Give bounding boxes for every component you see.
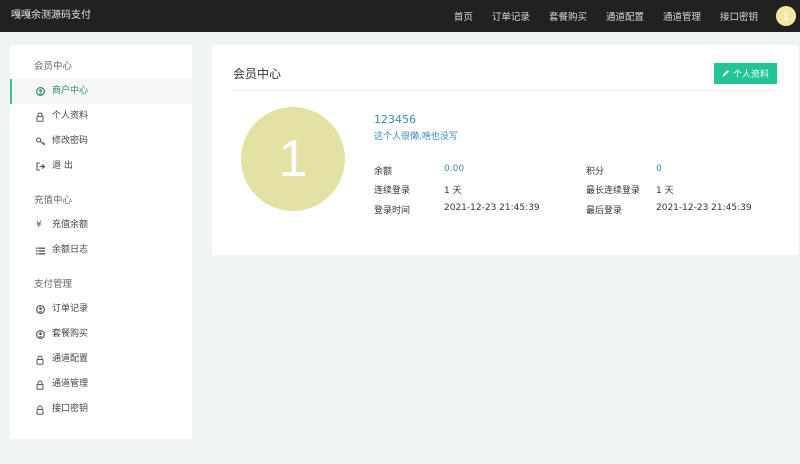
profile-button[interactable]: 个人资料: [713, 63, 777, 84]
nav-packages[interactable]: 套餐购买: [549, 9, 587, 23]
sidebar-item-api-key[interactable]: 接口密钥: [10, 397, 192, 422]
last-login-label: 最后登录: [586, 206, 623, 216]
sidebar-item-merchant-center[interactable]: 商户中心: [10, 79, 192, 104]
last-login-value: 2021-12-23 21:45:39: [656, 203, 752, 213]
balance-label: 余额: [374, 167, 393, 177]
top-navbar: 嘎嘎余测源码支付 首页 订单记录 套餐购买 通道配置 通道管理 接口密钥 1: [0, 0, 800, 32]
sidebar-item-channel-manage[interactable]: 通道管理: [10, 372, 192, 397]
sidebar-item-logout[interactable]: 退 出: [10, 154, 192, 179]
sidebar-item-channel-config[interactable]: 通道配置: [10, 347, 192, 372]
site-brand[interactable]: 嘎嘎余测源码支付: [11, 0, 91, 32]
nav-channel-config[interactable]: 通道配置: [606, 9, 644, 23]
sidebar-group-member: 会员中心: [34, 61, 73, 72]
lock-icon: [36, 405, 48, 415]
sidebar-item-label: 个人资料: [52, 111, 89, 121]
username[interactable]: 123456: [374, 113, 416, 126]
points-label: 积分: [586, 167, 605, 177]
max-streak-value: 1 天: [656, 186, 674, 196]
member-center-panel: 会员中心 个人资料 1 123456 这个人很懒,啥也没写 余额 0.00 积分…: [212, 45, 798, 255]
user-circle-icon: [36, 87, 48, 96]
top-nav: 首页 订单记录 套餐购买 通道配置 通道管理 接口密钥 1: [435, 0, 800, 32]
balance-value: 0.00: [444, 164, 465, 174]
sidebar-item-label: 接口密钥: [52, 404, 89, 414]
sidebar: 会员中心 商户中心 个人资料 修改密码 退 出 充值中心 ¥ 充值余额 余额日志: [10, 45, 192, 439]
points-value: 0: [656, 164, 662, 174]
sign-out-icon: [36, 162, 48, 171]
sidebar-group-recharge: 充值中心: [34, 195, 73, 206]
profile-button-label: 个人资料: [732, 69, 769, 79]
login-time-label: 登录时间: [374, 206, 411, 216]
sidebar-item-package-purchase[interactable]: 套餐购买: [10, 322, 192, 347]
login-streak-value: 1 天: [444, 186, 462, 196]
nav-channel-manage[interactable]: 通道管理: [663, 9, 701, 23]
sidebar-item-label: 通道配置: [52, 354, 89, 364]
page-title: 会员中心: [233, 67, 282, 81]
sidebar-item-label: 套餐购买: [52, 329, 89, 339]
user-signature[interactable]: 这个人很懒,啥也没写: [374, 129, 458, 142]
sidebar-item-label: 退 出: [52, 161, 73, 171]
sidebar-item-label: 商户中心: [52, 86, 89, 96]
list-icon: [36, 247, 48, 255]
yen-icon: ¥: [36, 220, 42, 230]
sidebar-item-order-records[interactable]: 订单记录: [10, 297, 192, 322]
nav-orders[interactable]: 订单记录: [492, 9, 530, 23]
pencil-icon: [722, 69, 730, 79]
login-streak-label: 连续登录: [374, 186, 411, 196]
sidebar-item-label: 修改密码: [52, 136, 89, 146]
sidebar-item-label: 订单记录: [52, 304, 89, 314]
lock-icon: [36, 112, 48, 122]
sidebar-item-label: 通道管理: [52, 379, 89, 389]
divider: [233, 90, 777, 91]
sidebar-item-profile[interactable]: 个人资料: [10, 104, 192, 129]
sidebar-group-payment: 支付管理: [34, 279, 73, 290]
profile-avatar: 1: [241, 107, 345, 211]
user-circle-icon: [36, 305, 48, 314]
nav-home[interactable]: 首页: [454, 9, 473, 23]
sidebar-item-balance-log[interactable]: 余额日志: [10, 238, 192, 263]
max-streak-label: 最长连续登录: [586, 186, 641, 196]
key-icon: [36, 137, 48, 146]
lock-icon: [36, 355, 48, 365]
sidebar-item-label: 充值余额: [52, 220, 89, 230]
user-avatar[interactable]: 1: [776, 6, 796, 26]
lock-icon: [36, 380, 48, 390]
login-time-value: 2021-12-23 21:45:39: [444, 203, 540, 213]
sidebar-item-change-password[interactable]: 修改密码: [10, 129, 192, 154]
nav-api-key[interactable]: 接口密钥: [720, 9, 758, 23]
user-circle-icon: [36, 330, 48, 339]
sidebar-item-recharge-balance[interactable]: ¥ 充值余额: [10, 213, 192, 238]
sidebar-item-label: 余额日志: [52, 245, 89, 255]
